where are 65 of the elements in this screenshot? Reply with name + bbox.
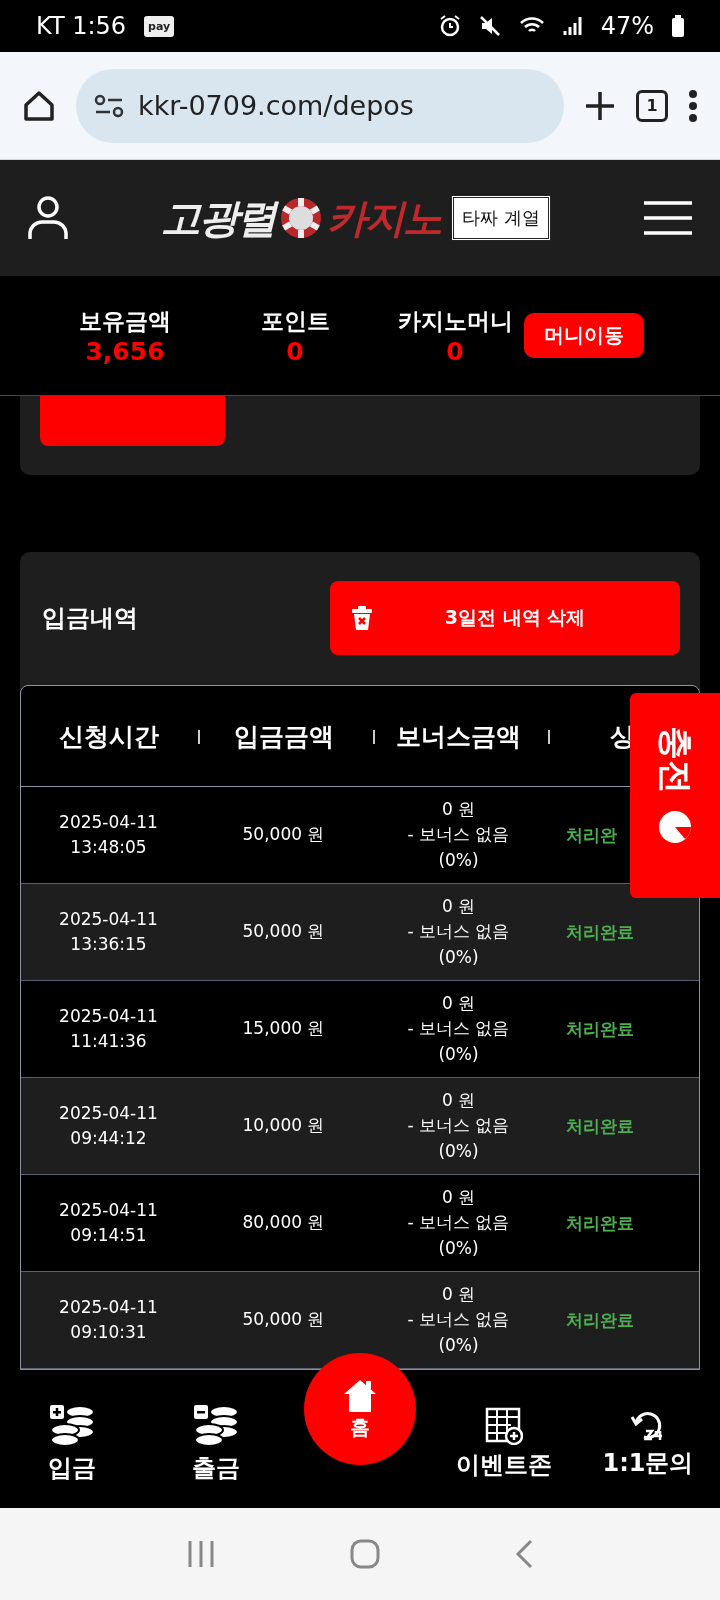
- table-cell-text: 2025-04-11 13:48:05: [58, 810, 159, 859]
- status-cell: 처리완료: [566, 1114, 634, 1138]
- plus-icon[interactable]: [584, 89, 616, 122]
- table-cell-text: 0 원 - 보너스 없음 (0%): [406, 797, 511, 872]
- charge-side-tab[interactable]: 충전: [630, 693, 720, 898]
- back-icon[interactable]: [514, 1539, 533, 1569]
- status-cell: 처리완료: [566, 1017, 634, 1041]
- pay-badge: pay: [144, 15, 175, 37]
- table-cell-text: 2025-04-11 11:41:36: [58, 1004, 159, 1053]
- table-cell-text: 2025-04-11 09:44:12: [58, 1101, 159, 1150]
- balance-label: 보유금액: [79, 306, 171, 336]
- battery-icon: [672, 15, 684, 37]
- delete-history-button[interactable]: 3일전 내역 삭제: [330, 581, 680, 655]
- status-cell: 처리완료: [566, 1308, 634, 1332]
- table-cell-text: 50,000 원: [241, 920, 326, 944]
- table-cell-text: 0 원 - 보너스 없음 (0%): [406, 894, 511, 969]
- coins-plus-icon: [49, 1404, 95, 1448]
- status-cell: 처리완료: [566, 920, 634, 944]
- user-icon[interactable]: [28, 195, 68, 241]
- money-move-button[interactable]: 머니이동: [524, 313, 644, 358]
- recent-apps-icon[interactable]: [187, 1539, 216, 1569]
- balance-label: 포인트: [260, 306, 330, 336]
- table-cell-text: 0 원 - 보너스 없음 (0%): [406, 991, 511, 1066]
- nav-item[interactable]: 출금: [144, 1404, 288, 1484]
- status-cell: 처리완: [566, 823, 617, 847]
- status-time: KT 1:56: [36, 12, 127, 40]
- nav-item[interactable]: 입금: [0, 1404, 144, 1484]
- alarm-icon: [438, 15, 461, 37]
- table-cell-text: 2025-04-11 13:36:15: [58, 907, 159, 956]
- nav-item[interactable]: 1:1문의: [576, 1409, 720, 1479]
- site-settings-icon: [94, 93, 124, 118]
- balance-value: 0: [446, 336, 464, 366]
- trash-icon: [352, 606, 372, 630]
- home-nav-button[interactable]: 홈: [304, 1353, 416, 1465]
- section-title: 입금내역: [42, 603, 138, 634]
- calendar-plus-icon: [485, 1407, 523, 1445]
- tab-count[interactable]: 1: [636, 89, 668, 122]
- battery-percent: 47%: [600, 12, 654, 40]
- table-cell-text: 80,000 원: [241, 1211, 326, 1235]
- url-text: kkr-0709.com/depos: [138, 90, 414, 121]
- home-icon[interactable]: [22, 88, 56, 123]
- coins-minus-icon: [193, 1404, 239, 1448]
- more-icon[interactable]: [688, 88, 698, 123]
- logo-text: 카지노: [327, 193, 442, 243]
- table-cell-text: 0 원 - 보너스 없음 (0%): [406, 1185, 511, 1260]
- table-cell-text: 2025-04-11 09:14:51: [58, 1198, 159, 1247]
- table-cell-text: 2025-04-11 09:10:31: [58, 1295, 159, 1344]
- table-cell-text: 15,000 원: [241, 1017, 326, 1041]
- balance-label: 카지노머니: [397, 306, 513, 336]
- logo-tag: 타짜 계열: [451, 195, 551, 241]
- table-cell-text: 0 원 - 보너스 없음 (0%): [406, 1088, 511, 1163]
- chip-icon: [279, 196, 324, 240]
- table-cell-text: 10,000 원: [241, 1114, 326, 1138]
- table-cell-text: 50,000 원: [241, 1308, 326, 1332]
- house-icon: [342, 1377, 378, 1412]
- status-cell: 처리완료: [566, 1211, 634, 1235]
- mute-icon: [478, 15, 501, 37]
- balance-value: 0: [286, 336, 304, 366]
- pie-icon: [657, 809, 693, 845]
- table-cell-text: 50,000 원: [241, 823, 326, 847]
- url-field[interactable]: kkr-0709.com/depos: [76, 68, 564, 143]
- menu-icon[interactable]: [644, 200, 692, 236]
- balance-value: 3,656: [85, 336, 165, 366]
- signal-icon: [562, 15, 583, 37]
- nav-item[interactable]: 이벤트존: [432, 1407, 576, 1481]
